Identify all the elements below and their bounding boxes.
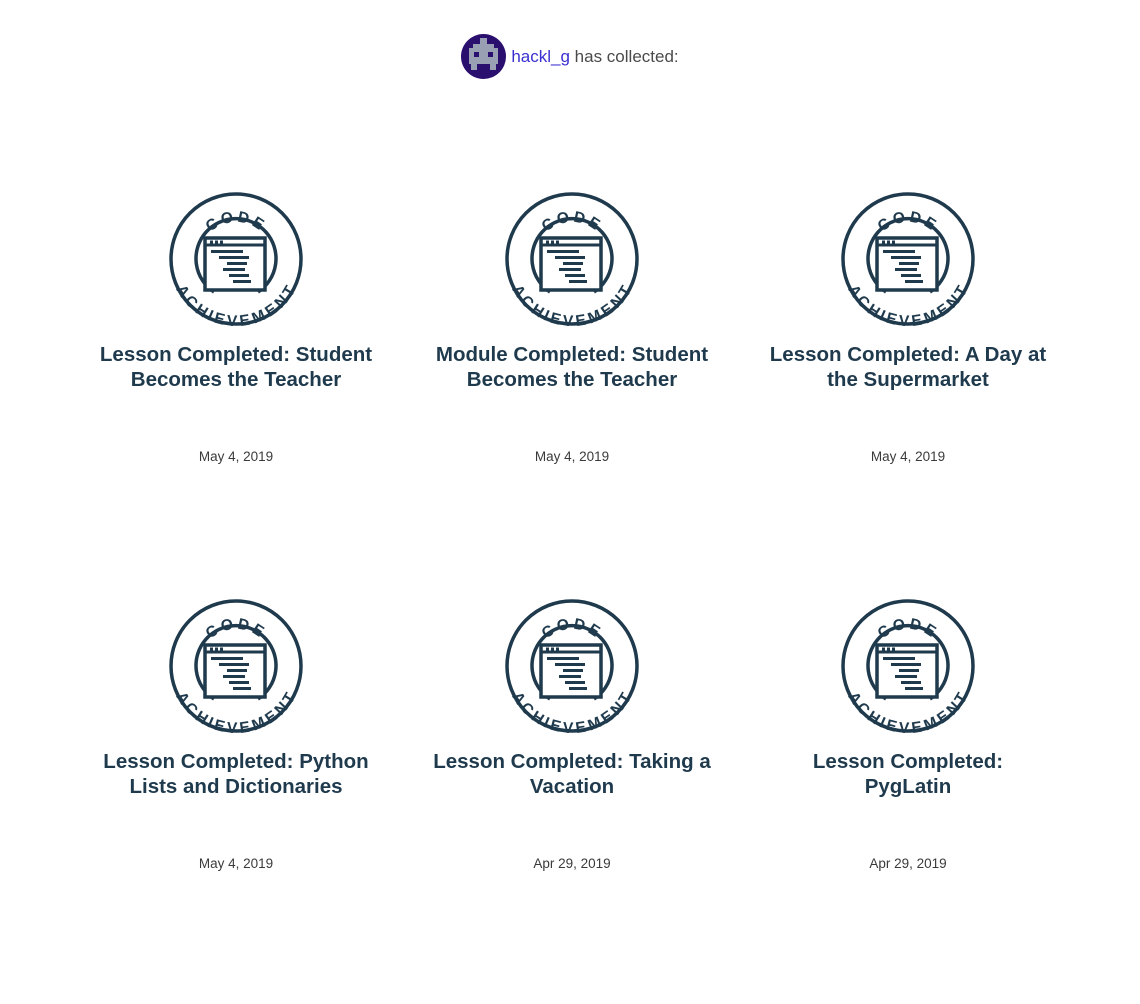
achievement-card: CODE ACHIEVEMENT Lesson Completed: Taking… xyxy=(404,597,740,1004)
achievement-date: May 4, 2019 xyxy=(198,449,274,464)
badge-top-text: CODE xyxy=(539,208,603,235)
badge-top-text: CODE xyxy=(539,615,603,642)
achievement-title: Lesson Completed: PygLatin xyxy=(812,750,1004,798)
badge-top-text: CODE xyxy=(875,208,939,235)
svg-text:CODE: CODE xyxy=(203,615,270,642)
achievement-card: CODE ACHIEVEMENT Lesson Completed: A Day … xyxy=(740,190,1076,597)
code-achievement-icon[interactable]: CODE ACHIEVEMENT xyxy=(167,190,305,328)
achievement-card: CODE ACHIEVEMENT Lesson Completed: Python… xyxy=(68,597,404,1004)
achievement-title: Lesson Completed: Taking a Vacation xyxy=(433,750,711,798)
badge-top-text: CODE xyxy=(203,208,267,235)
achievement-date: Apr 29, 2019 xyxy=(533,856,611,871)
username-link[interactable]: hackl_g xyxy=(511,47,570,66)
achievement-date: May 4, 2019 xyxy=(870,449,946,464)
svg-text:CODE: CODE xyxy=(539,615,606,642)
svg-text:CODE: CODE xyxy=(539,208,606,235)
achievement-title: Lesson Completed: Python Lists and Dicti… xyxy=(103,750,369,798)
code-achievement-icon[interactable]: CODE ACHIEVEMENT xyxy=(167,597,305,735)
achievement-title: Module Completed: Student Becomes the Te… xyxy=(435,343,709,391)
badge-top-text: CODE xyxy=(203,615,267,642)
svg-text:CODE: CODE xyxy=(875,615,942,642)
achievement-card: CODE ACHIEVEMENT Module Completed: Studen… xyxy=(404,190,740,597)
achievement-title: Lesson Completed: Student Becomes the Te… xyxy=(99,343,373,391)
header-text: hackl_g has collected: xyxy=(511,48,678,65)
badge-top-text: CODE xyxy=(875,615,939,642)
robot-avatar-icon xyxy=(469,38,499,70)
code-achievement-icon[interactable]: CODE ACHIEVEMENT xyxy=(839,597,977,735)
achievement-title: Lesson Completed: A Day at the Supermark… xyxy=(769,343,1047,391)
code-achievement-icon[interactable]: CODE ACHIEVEMENT xyxy=(503,597,641,735)
svg-text:CODE: CODE xyxy=(203,208,270,235)
collector-header: hackl_g has collected: xyxy=(0,34,1140,79)
collected-label: has collected: xyxy=(569,47,679,66)
achievement-date: May 4, 2019 xyxy=(534,449,610,464)
achievement-date: Apr 29, 2019 xyxy=(869,856,947,871)
user-avatar[interactable] xyxy=(461,34,507,79)
code-achievement-icon[interactable]: CODE ACHIEVEMENT xyxy=(503,190,641,328)
svg-text:CODE: CODE xyxy=(875,208,942,235)
achievement-date: May 4, 2019 xyxy=(198,856,274,871)
achievement-card: CODE ACHIEVEMENT Lesson Completed: Studen… xyxy=(68,190,404,597)
code-achievement-icon[interactable]: CODE ACHIEVEMENT xyxy=(839,190,977,328)
achievements-grid: CODE ACHIEVEMENT Lesson Completed: Studen… xyxy=(68,190,1078,1004)
achievement-card: CODE ACHIEVEMENT Lesson Completed: PygLat… xyxy=(740,597,1076,1004)
